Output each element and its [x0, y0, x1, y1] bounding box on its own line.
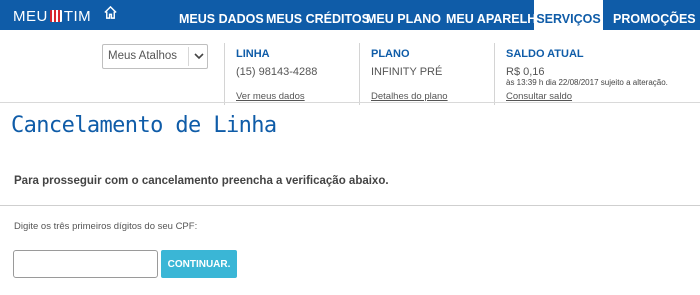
- nav-item-promocoes[interactable]: PROMOÇÕES: [613, 0, 696, 30]
- ver-meus-dados-link[interactable]: Ver meus dados: [236, 91, 305, 102]
- nav-item-meus-dados[interactable]: MEUS DADOS: [179, 0, 264, 30]
- nav-item-meu-aparelho[interactable]: MEU APARELHO: [446, 0, 546, 30]
- cpf-label: Digite os três primeiros dígitos do seu …: [14, 221, 198, 232]
- continue-button[interactable]: CONTINUAR.: [161, 250, 237, 278]
- chevron-down-icon: [194, 53, 204, 60]
- cpf-digits-input[interactable]: [13, 250, 158, 278]
- info-plano: PLANO INFINITY PRÉ Detalhes do plano: [359, 43, 494, 105]
- info-linha: LINHA (15) 98143-4288 Ver meus dados: [224, 43, 359, 105]
- top-navigation-bar: MEU TIM MEUS DADOS MEUS CRÉDITOS MEU PLA…: [0, 0, 700, 30]
- saldo-note: às 13:39 h dia 22/08/2017 sujeito a alte…: [506, 78, 668, 87]
- logo-text-meu: MEU: [13, 7, 48, 25]
- info-saldo: SALDO ATUAL R$ 0,16 às 13:39 h dia 22/08…: [494, 43, 695, 105]
- detalhes-do-plano-link[interactable]: Detalhes do plano: [371, 91, 448, 102]
- plano-header: PLANO: [371, 48, 410, 60]
- shortcuts-dropdown[interactable]: Meus Atalhos: [102, 44, 208, 69]
- plano-name: INFINITY PRÉ: [371, 66, 443, 78]
- section-divider: [0, 205, 700, 206]
- linha-header: LINHA: [236, 48, 270, 60]
- shortcuts-selected-value: Meus Atalhos: [108, 50, 178, 62]
- dropdown-divider: [188, 47, 189, 66]
- page-title: Cancelamento de Linha: [11, 113, 277, 138]
- saldo-header: SALDO ATUAL: [506, 48, 584, 60]
- header-divider: [0, 102, 700, 103]
- logo-text-tim: TIM: [63, 7, 92, 25]
- home-icon[interactable]: [103, 5, 118, 20]
- consultar-saldo-link[interactable]: Consultar saldo: [506, 91, 572, 102]
- saldo-value: R$ 0,16: [506, 66, 545, 78]
- linha-number: (15) 98143-4288: [236, 66, 318, 78]
- meu-tim-logo[interactable]: MEU TIM: [13, 7, 92, 25]
- tim-flag-icon: [49, 10, 62, 22]
- instruction-text: Para prosseguir com o cancelamento preen…: [14, 175, 389, 187]
- nav-item-meu-plano[interactable]: MEU PLANO: [366, 0, 441, 30]
- nav-item-servicos[interactable]: SERVIÇOS: [534, 0, 603, 30]
- nav-item-meus-creditos[interactable]: MEUS CRÉDITOS: [266, 0, 370, 30]
